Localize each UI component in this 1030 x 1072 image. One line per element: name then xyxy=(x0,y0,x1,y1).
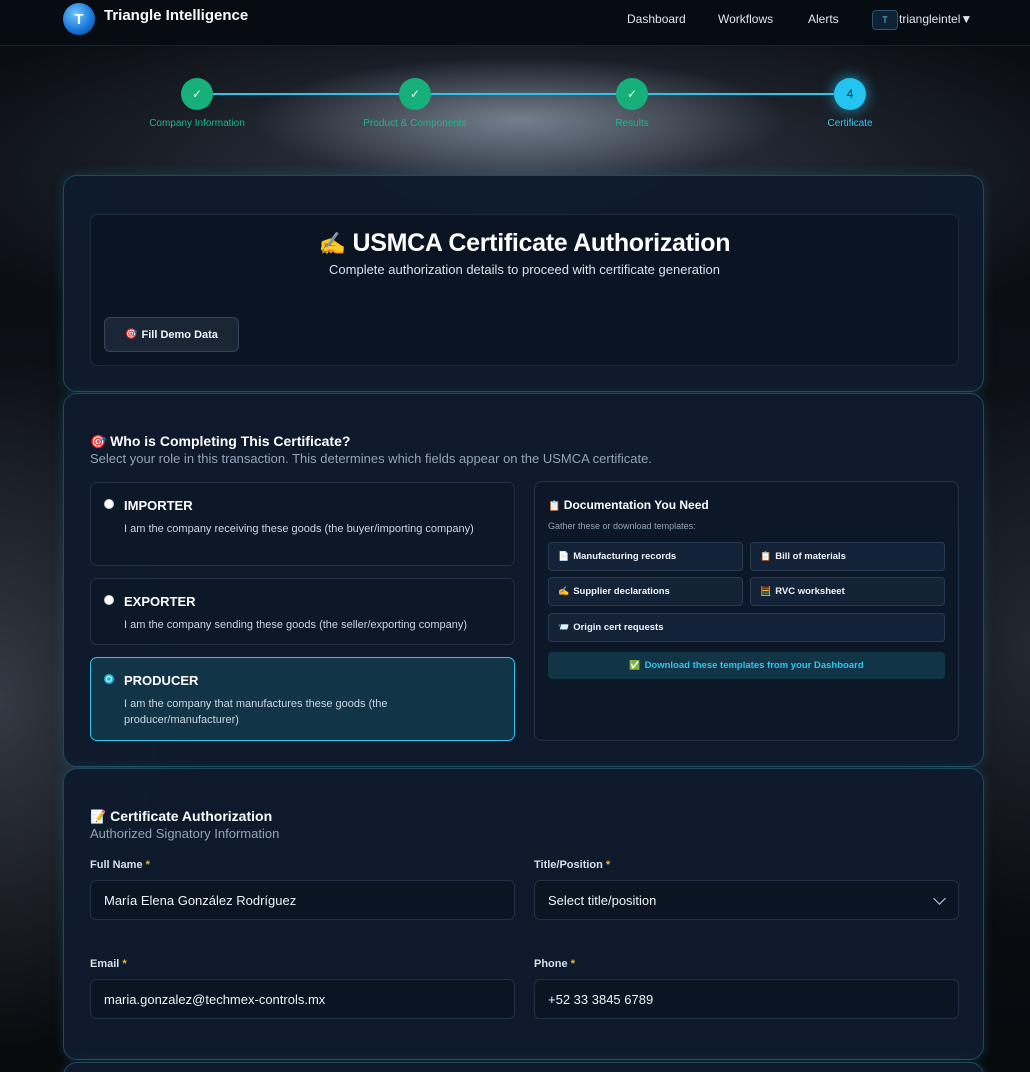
role-option-exporter[interactable]: EXPORTER I am the company sending these … xyxy=(90,578,515,645)
certificate-header-card: ✍️ USMCA Certificate Authorization Compl… xyxy=(63,175,984,392)
doc-item-rvc-worksheet[interactable]: 🧮 RVC worksheet xyxy=(750,577,945,606)
authorization-card: 📝 Certificate Authorization Authorized S… xyxy=(63,768,984,1060)
doc-item-origin-cert-requests[interactable]: 📨 Origin cert requests xyxy=(548,613,945,642)
step-connector xyxy=(212,93,400,95)
brand-name[interactable]: Triangle Intelligence xyxy=(104,7,248,24)
role-title: PRODUCER xyxy=(124,673,199,688)
role-title: IMPORTER xyxy=(124,498,193,513)
user-menu-dropdown[interactable]: triangleintel▼ xyxy=(899,12,972,26)
full-name-label: Full Name * xyxy=(90,859,150,871)
title-position-label: Title/Position * xyxy=(534,859,610,871)
next-section-card xyxy=(63,1062,984,1072)
title-position-selected: Select title/position xyxy=(548,892,657,908)
role-option-producer[interactable]: PRODUCER I am the company that manufactu… xyxy=(90,657,515,741)
fill-demo-data-label: Fill Demo Data xyxy=(141,328,218,341)
email-label-text: Email xyxy=(90,958,120,970)
title-position-label-text: Title/Position xyxy=(534,859,603,871)
exporter-radio[interactable] xyxy=(104,595,114,605)
required-mark: * xyxy=(122,958,127,970)
role-description: I am the company that manufactures these… xyxy=(124,698,388,726)
step-1-check-icon[interactable]: ✓ xyxy=(181,78,213,110)
memo-icon: 📝 xyxy=(90,809,107,824)
doc-item-bill-of-materials[interactable]: 📋 Bill of materials xyxy=(750,542,945,571)
step-label-company-information: Company Information xyxy=(149,118,245,129)
importer-radio[interactable] xyxy=(104,499,114,509)
writing-hand-icon: ✍️ xyxy=(558,586,570,596)
header-inner-panel: ✍️ USMCA Certificate Authorization Compl… xyxy=(90,214,959,366)
required-mark: * xyxy=(605,859,611,871)
role-description: I am the company receiving these goods (… xyxy=(124,523,474,535)
step-connector xyxy=(648,93,834,95)
step-label-certificate: Certificate xyxy=(827,118,873,129)
target-icon: 🎯 xyxy=(125,329,138,340)
abacus-icon: 🧮 xyxy=(760,586,772,596)
step-label-product-components: Product & Components xyxy=(363,118,467,129)
full-name-input[interactable]: María Elena González Rodríguez xyxy=(90,880,515,920)
authorization-subtitle: Authorized Signatory Information xyxy=(90,826,280,841)
role-option-importer[interactable]: IMPORTER I am the company receiving thes… xyxy=(90,482,515,566)
doc-item-label: RVC worksheet xyxy=(775,586,845,597)
check-mark-icon: ✅ xyxy=(629,660,641,670)
step-3-check-icon[interactable]: ✓ xyxy=(616,78,648,110)
authorization-title: 📝 Certificate Authorization xyxy=(90,808,272,825)
required-mark: * xyxy=(145,859,150,871)
nav-link-workflows[interactable]: Workflows xyxy=(718,12,773,26)
target-icon: 🎯 xyxy=(90,434,107,449)
doc-item-label: Manufacturing records xyxy=(573,551,677,562)
phone-label: Phone * xyxy=(534,958,575,970)
user-avatar[interactable]: T xyxy=(872,10,898,30)
role-selection-card: 🎯 Who is Completing This Certificate? Se… xyxy=(63,393,984,767)
fill-demo-data-button[interactable]: 🎯 Fill Demo Data xyxy=(104,317,239,352)
chevron-down-icon xyxy=(933,892,946,905)
documentation-subtitle: Gather these or download templates: xyxy=(548,521,696,531)
doc-item-manufacturing-records[interactable]: 📄 Manufacturing records xyxy=(548,542,743,571)
page-title-text: USMCA Certificate Authorization xyxy=(352,229,731,257)
doc-item-label: Supplier declarations xyxy=(573,586,670,597)
page-subtitle: Complete authorization details to procee… xyxy=(329,262,720,277)
writing-hand-icon: ✍️ xyxy=(318,231,346,256)
clipboard-icon: 📋 xyxy=(548,501,561,512)
required-mark: * xyxy=(570,958,575,970)
page-title: ✍️ USMCA Certificate Authorization xyxy=(91,229,958,258)
producer-radio[interactable] xyxy=(104,674,114,684)
role-section-subtitle: Select your role in this transaction. Th… xyxy=(90,451,652,466)
documentation-title: 📋 Documentation You Need xyxy=(548,498,709,512)
role-section-title: 🎯 Who is Completing This Certificate? xyxy=(90,433,350,450)
step-label-results: Results xyxy=(615,118,649,129)
full-name-label-text: Full Name xyxy=(90,859,143,871)
nav-link-dashboard[interactable]: Dashboard xyxy=(627,12,686,26)
phone-label-text: Phone xyxy=(534,958,568,970)
doc-item-supplier-declarations[interactable]: ✍️ Supplier declarations xyxy=(548,577,743,606)
doc-item-label: Bill of materials xyxy=(775,551,846,562)
download-templates-label: Download these templates from your Dashb… xyxy=(644,660,864,671)
step-2-check-icon[interactable]: ✓ xyxy=(399,78,431,110)
role-description: I am the company sending these goods (th… xyxy=(124,619,468,631)
documentation-panel: 📋 Documentation You Need Gather these or… xyxy=(534,481,959,741)
document-icon: 📄 xyxy=(558,551,570,561)
download-templates-link[interactable]: ✅ Download these templates from your Das… xyxy=(548,652,945,679)
role-title: EXPORTER xyxy=(124,594,196,609)
email-field[interactable]: maria.gonzalez@techmex-controls.mx xyxy=(90,979,515,1019)
authorization-title-text: Certificate Authorization xyxy=(110,808,273,824)
phone-field[interactable]: +52 33 3845 6789 xyxy=(534,979,959,1019)
doc-item-label: Origin cert requests xyxy=(573,622,664,633)
envelope-icon: 📨 xyxy=(558,622,570,632)
top-navbar: T Triangle Intelligence Dashboard Workfl… xyxy=(0,0,1030,46)
brand-logo-icon[interactable]: T xyxy=(63,3,95,35)
step-connector xyxy=(430,93,616,95)
email-label: Email * xyxy=(90,958,127,970)
documentation-title-text: Documentation You Need xyxy=(563,498,709,512)
nav-link-alerts[interactable]: Alerts xyxy=(808,12,839,26)
clipboard-icon: 📋 xyxy=(760,551,772,561)
step-4-current[interactable]: 4 xyxy=(834,78,866,110)
role-section-title-text: Who is Completing This Certificate? xyxy=(110,433,351,449)
title-position-select[interactable]: Select title/position xyxy=(534,880,959,920)
